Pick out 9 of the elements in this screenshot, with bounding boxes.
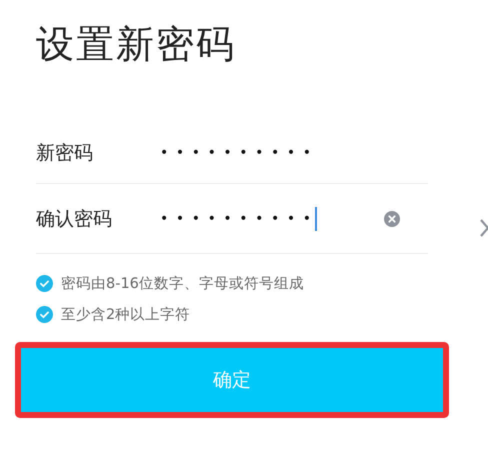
field-label: 新密码 xyxy=(36,140,94,166)
field-label: 确认密码 xyxy=(36,206,113,232)
password-field[interactable]: •••••••••• xyxy=(160,204,374,234)
page-title: 设置新密码 xyxy=(36,21,237,68)
chevron-icon xyxy=(480,218,488,238)
rule-text: 密码由8-16位数字、字母或符号组成 xyxy=(61,274,304,293)
password-field[interactable]: •••••••••• xyxy=(160,138,374,168)
clear-icon[interactable] xyxy=(384,210,400,226)
rule-text: 至少含2种以上字符 xyxy=(61,306,190,324)
